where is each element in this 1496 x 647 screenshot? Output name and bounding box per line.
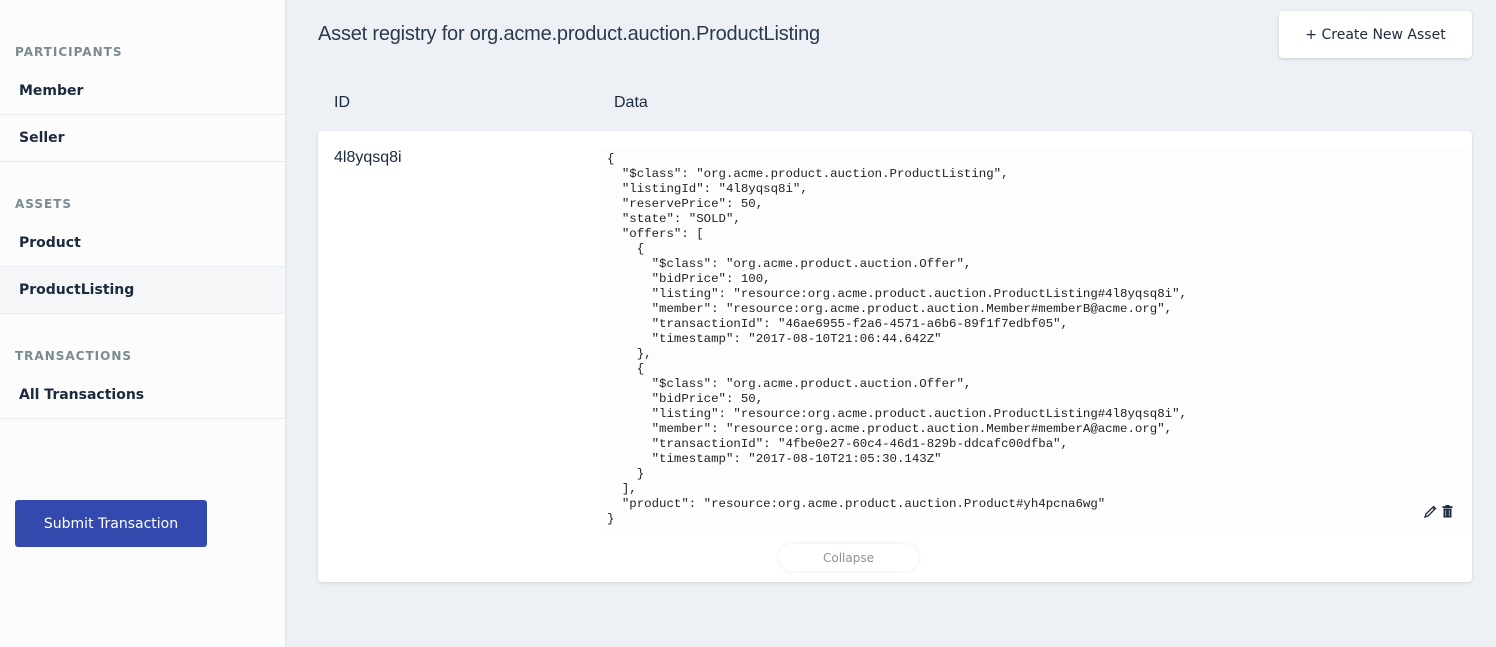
asset-row-card: 4l8yqsq8i { "$class": "org.acme.product.… xyxy=(318,131,1472,582)
section-title-participants: PARTICIPANTS xyxy=(15,45,123,59)
sidebar-item-member[interactable]: Member xyxy=(0,68,285,115)
asset-id: 4l8yqsq8i xyxy=(334,149,402,166)
page-title: Asset registry for org.acme.product.auct… xyxy=(318,23,820,45)
sidebar-item-productlisting[interactable]: ProductListing xyxy=(0,267,285,314)
sidebar-item-all-transactions[interactable]: All Transactions xyxy=(0,372,285,419)
create-new-asset-button[interactable]: + Create New Asset xyxy=(1279,11,1472,58)
asset-data-json: { "$class": "org.acme.product.auction.Pr… xyxy=(600,147,1470,530)
column-header-data: Data xyxy=(614,94,648,111)
main-content: Asset registry for org.acme.product.auct… xyxy=(287,0,1496,647)
collapse-button[interactable]: Collapse xyxy=(779,544,918,571)
sidebar-item-seller[interactable]: Seller xyxy=(0,115,285,162)
column-header-id: ID xyxy=(334,94,350,111)
section-title-assets: ASSETS xyxy=(15,197,73,211)
app: PARTICIPANTS Member Seller ASSETS Produc… xyxy=(0,0,1496,647)
trash-icon[interactable] xyxy=(1440,504,1454,518)
section-title-transactions: TRANSACTIONS xyxy=(15,349,133,363)
pencil-icon[interactable] xyxy=(1423,504,1437,518)
asset-data-text: { "$class": "org.acme.product.auction.Pr… xyxy=(607,152,1187,526)
sidebar: PARTICIPANTS Member Seller ASSETS Produc… xyxy=(0,0,287,647)
submit-transaction-button[interactable]: Submit Transaction xyxy=(15,500,207,547)
sidebar-item-product[interactable]: Product xyxy=(0,220,285,267)
